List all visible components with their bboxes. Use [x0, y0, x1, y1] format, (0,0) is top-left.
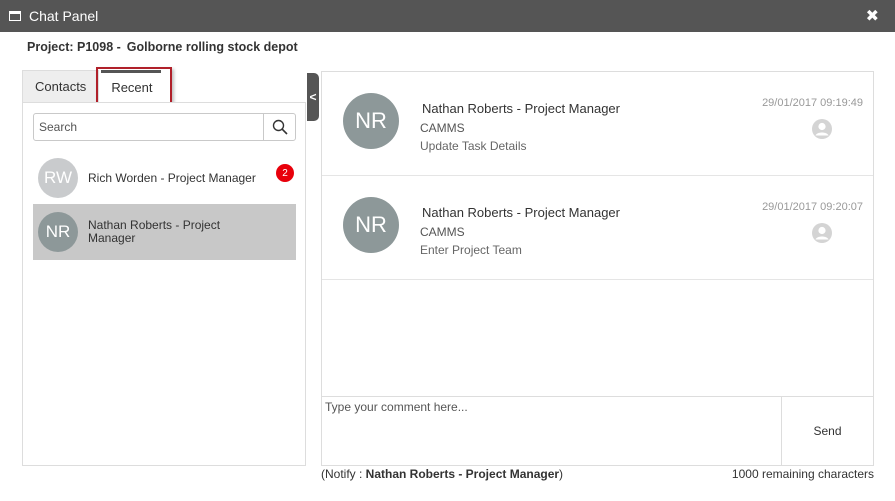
notify-prefix: (Notify :	[321, 467, 366, 481]
avatar: NR	[38, 212, 78, 252]
contact-item-rich-worden[interactable]: RW Rich Worden - Project Manager 2	[33, 150, 296, 206]
message-timestamp: 29/01/2017 09:19:49	[762, 97, 863, 109]
search-button[interactable]	[263, 114, 295, 140]
message-text: Enter Project Team	[420, 243, 522, 257]
user-icon	[812, 119, 832, 139]
tab-bar: Contacts Recent	[22, 70, 162, 103]
message-company: CAMMS	[420, 225, 465, 239]
conversation-panel: NR Nathan Roberts - Project Manager CAMM…	[321, 71, 874, 466]
avatar: NR	[343, 93, 399, 149]
user-icon	[812, 223, 832, 243]
notify-line: (Notify : Nathan Roberts - Project Manag…	[321, 467, 563, 481]
contact-item-nathan-roberts[interactable]: NR Nathan Roberts - Project Manager	[33, 204, 296, 260]
project-header: Project: P1098 - Golborne rolling stock d…	[27, 40, 298, 54]
project-label: Project: P1098 -	[27, 40, 121, 54]
message-sender: Nathan Roberts - Project Manager	[422, 101, 620, 116]
title-bar: Chat Panel ✖	[0, 0, 895, 32]
contact-name: Rich Worden - Project Manager	[88, 170, 256, 185]
contact-name: Nathan Roberts - Project Manager	[88, 218, 221, 245]
message-timestamp: 29/01/2017 09:20:07	[762, 201, 863, 213]
close-icon[interactable]: ✖	[866, 6, 879, 26]
collapse-panel-handle[interactable]: <	[307, 73, 319, 121]
message-text: Update Task Details	[420, 139, 527, 153]
notify-suffix: )	[559, 467, 564, 481]
avatar: NR	[343, 197, 399, 253]
contacts-panel: RW Rich Worden - Project Manager 2 NR Na…	[22, 102, 306, 466]
message-item: NR Nathan Roberts - Project Manager CAMM…	[322, 72, 873, 176]
notify-recipient: Nathan Roberts - Project Manager	[365, 467, 560, 481]
message-item: NR Nathan Roberts - Project Manager CAMM…	[322, 176, 873, 280]
unread-badge: 2	[276, 164, 294, 182]
search-box	[33, 113, 296, 141]
search-input[interactable]	[34, 114, 263, 140]
message-company: CAMMS	[420, 121, 465, 135]
send-button[interactable]: Send	[781, 397, 873, 465]
comment-input[interactable]	[322, 397, 781, 465]
project-name: Golborne rolling stock depot	[126, 40, 298, 54]
message-sender: Nathan Roberts - Project Manager	[422, 205, 620, 220]
search-icon	[272, 119, 288, 135]
message-composer: Send	[322, 396, 873, 465]
window-icon	[9, 11, 21, 21]
remaining-characters: 1000 remaining characters	[731, 467, 874, 481]
tab-contacts[interactable]: Contacts	[22, 70, 100, 102]
avatar: RW	[38, 158, 78, 198]
window-title: Chat Panel	[29, 8, 99, 24]
tab-recent[interactable]: Recent	[101, 70, 162, 102]
